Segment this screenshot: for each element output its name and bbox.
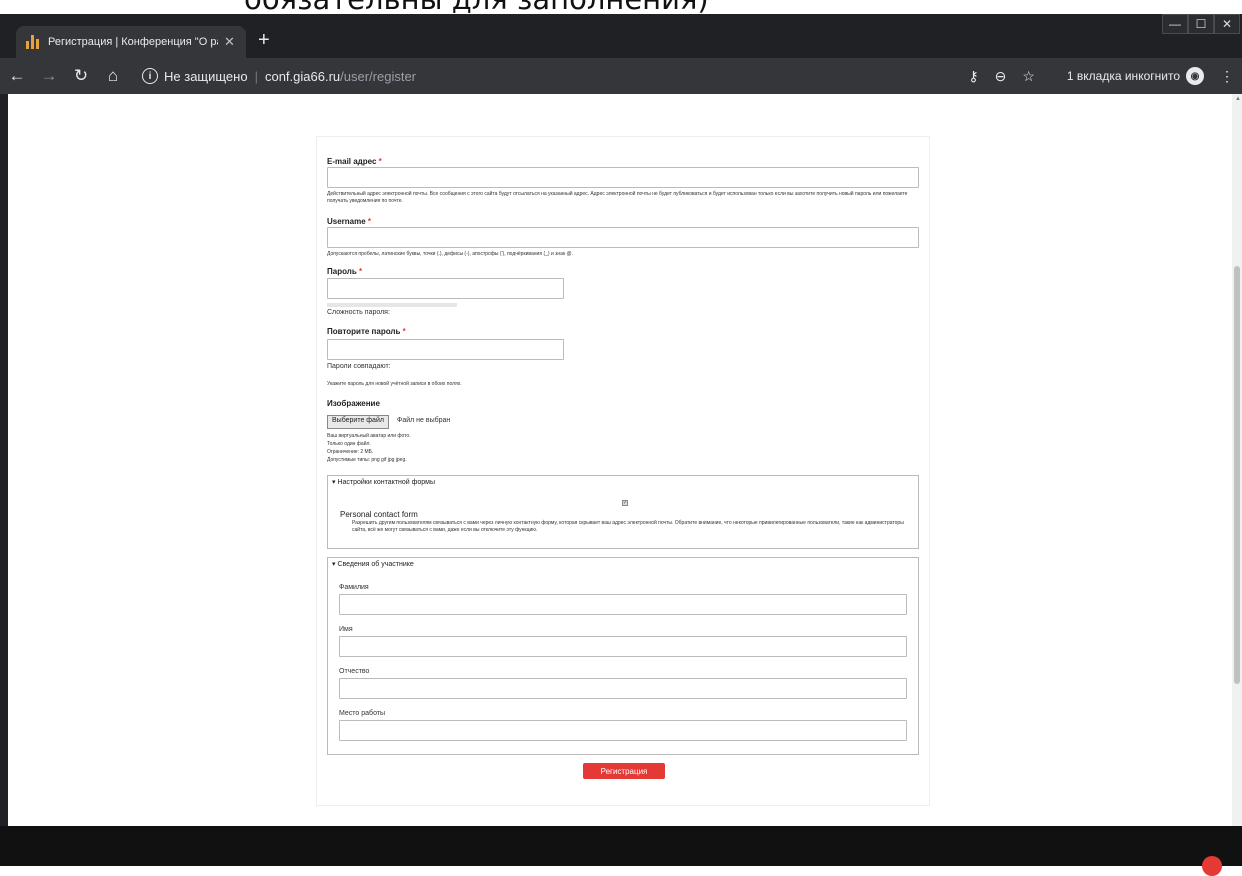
participant-fieldset: ▾ Сведения об участнике Фамилия Имя Отче…	[327, 557, 919, 755]
browser-tab[interactable]: Регистрация | Конференция "О ра ✕	[16, 26, 246, 58]
picture-note: Ограничение: 2 МБ.	[327, 449, 374, 455]
last-name-field[interactable]	[339, 594, 907, 615]
maximize-button[interactable]: ☐	[1188, 14, 1214, 34]
patronymic-label: Отчество	[339, 668, 370, 675]
confirm-password-field[interactable]	[327, 339, 564, 360]
username-description: Допускаются пробелы, латинские буквы, то…	[327, 251, 574, 257]
first-name-field[interactable]	[339, 636, 907, 657]
scroll-up-icon[interactable]: ▲	[1235, 96, 1241, 102]
url-separator: |	[254, 68, 258, 84]
choose-file-button[interactable]: Выберите файл	[327, 415, 389, 429]
required-mark: *	[378, 157, 382, 166]
page-scrollbar[interactable]: ▲	[1232, 94, 1242, 826]
personal-contact-description: Разрешить другим пользователям связывать…	[352, 520, 904, 533]
incognito-indicator[interactable]: 1 вкладка инкогнито ◉	[1051, 67, 1204, 85]
browser-toolbar: ← → ↻ ⌂ i Не защищено | conf.gia66.ru /u…	[0, 58, 1242, 94]
registration-form: E-mail адрес * Действительный адрес элек…	[316, 136, 930, 806]
personal-contact-checkbox[interactable]: ✓	[622, 500, 628, 506]
confirm-password-label: Повторите пароль *	[327, 327, 406, 336]
contact-settings-fieldset: ▾ Настройки контактной формы ✓ Personal …	[327, 475, 919, 549]
incognito-label: 1 вкладка инкогнито	[1066, 69, 1180, 83]
password-field[interactable]	[327, 278, 564, 299]
close-window-button[interactable]: ✕	[1214, 14, 1240, 34]
password-strength-bar	[327, 303, 457, 307]
picture-note: Допустимые типы: png gif jpg jpeg.	[327, 457, 407, 463]
scrollbar-thumb[interactable]	[1234, 266, 1240, 684]
tab-close-icon[interactable]: ✕	[224, 34, 235, 50]
participant-legend[interactable]: ▾ Сведения об участнике	[332, 560, 414, 568]
email-label: E-mail адрес *	[327, 157, 382, 166]
overlay-caption-text: обязательны для заполнения)	[244, 0, 709, 14]
window-left-edge	[0, 94, 8, 826]
url-host: conf.gia66.ru	[264, 68, 341, 84]
new-tab-button[interactable]: +	[258, 30, 270, 50]
page-footer	[0, 826, 1242, 876]
workplace-field[interactable]	[339, 720, 907, 741]
last-name-label: Фамилия	[339, 584, 369, 591]
picture-note: Ваш виртуальный аватар или фото.	[327, 433, 411, 439]
register-button[interactable]: Регистрация	[583, 763, 665, 779]
password-match-text: Пароли совпадают:	[327, 363, 391, 370]
star-icon[interactable]: ☆	[1022, 68, 1035, 85]
contact-settings-legend[interactable]: ▾ Настройки контактной формы	[332, 478, 435, 486]
back-icon[interactable]: ←	[2, 66, 32, 86]
patronymic-field[interactable]	[339, 678, 907, 699]
username-field[interactable]	[327, 227, 919, 248]
favicon-icon	[26, 35, 40, 49]
picture-label: Изображение	[327, 399, 380, 408]
zoom-icon[interactable]: ⊖	[995, 68, 1007, 85]
password-strength-text: Сложность пароля:	[327, 309, 390, 316]
username-label: Username *	[327, 217, 372, 226]
url-path: /user/register	[340, 68, 417, 84]
incognito-icon: ◉	[1186, 67, 1204, 85]
tab-title: Регистрация | Конференция "О ра	[48, 36, 218, 48]
workplace-label: Место работы	[339, 710, 386, 717]
tab-bar: Регистрация | Конференция "О ра ✕ + — ☐ …	[0, 14, 1242, 58]
info-icon[interactable]: i	[142, 68, 158, 84]
minimize-button[interactable]: —	[1162, 14, 1188, 34]
chat-bubble-icon[interactable]	[1202, 856, 1222, 876]
menu-icon[interactable]: ⋮	[1220, 68, 1234, 85]
no-file-text: Файл не выбран	[397, 417, 451, 424]
window-controls: — ☐ ✕	[1162, 14, 1240, 34]
required-mark: *	[402, 327, 406, 336]
address-bar[interactable]: i Не защищено | conf.gia66.ru /user/regi…	[142, 62, 1042, 90]
required-mark: *	[367, 217, 372, 226]
forward-icon[interactable]: →	[34, 66, 64, 86]
email-field[interactable]	[327, 167, 919, 188]
page-viewport: E-mail адрес * Действительный адрес элек…	[8, 94, 1232, 826]
password-label: Пароль *	[327, 267, 363, 276]
home-icon[interactable]: ⌂	[98, 66, 128, 86]
personal-contact-label: Personal contact form	[340, 510, 418, 519]
first-name-label: Имя	[339, 626, 353, 633]
toolbar-right: ⚷ ⊖ ☆ 1 вкладка инкогнито ◉ ⋮	[952, 58, 1234, 94]
required-mark: *	[359, 267, 363, 276]
password-hint: Укажите пароль для новой учётной записи …	[327, 381, 462, 387]
picture-note: Только один файл.	[327, 441, 371, 447]
url-insecure-label: Не защищено	[164, 68, 248, 84]
key-icon[interactable]: ⚷	[968, 68, 978, 85]
overlay-caption: обязательны для заполнения)	[0, 0, 1242, 14]
reload-icon[interactable]: ↻	[66, 66, 96, 86]
email-description: Действительный адрес электронной почты. …	[327, 191, 908, 204]
